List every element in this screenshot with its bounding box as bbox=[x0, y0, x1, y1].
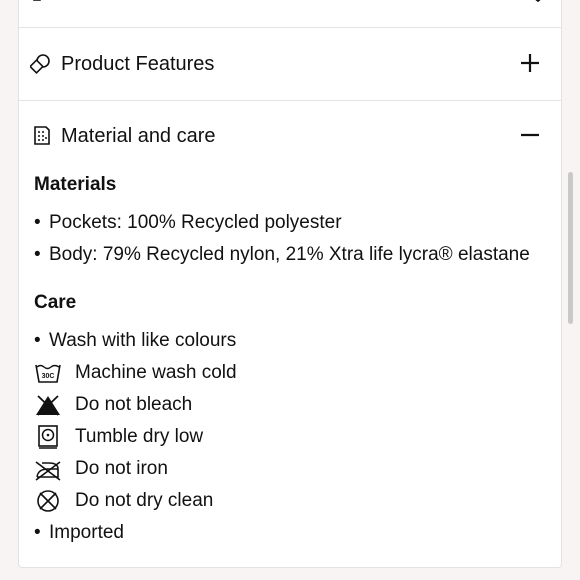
tumble-dry-low-icon bbox=[38, 425, 58, 449]
product-features-label: Product Features bbox=[61, 53, 215, 75]
partial-icon bbox=[33, 0, 41, 1]
care-label-bleach: Do not bleach bbox=[75, 394, 193, 415]
materials-heading: Materials bbox=[34, 174, 117, 195]
product-details-panel: Product Features Material and care Mater… bbox=[18, 0, 562, 568]
plus-icon[interactable] bbox=[519, 52, 541, 74]
accordion-material-care[interactable]: Material and care bbox=[19, 101, 561, 161]
care-label-iron: Do not iron bbox=[75, 458, 168, 479]
fabric-icon bbox=[34, 126, 50, 145]
accordion-product-features[interactable]: Product Features bbox=[19, 28, 561, 100]
care-label-wash: Machine wash cold bbox=[75, 362, 237, 383]
list-item: • Imported bbox=[34, 522, 124, 543]
shapes-icon bbox=[30, 54, 50, 74]
list-item: • Pockets: 100% Recycled polyester bbox=[34, 212, 342, 233]
no-dry-clean-icon bbox=[37, 490, 59, 512]
material-care-label: Material and care bbox=[61, 125, 216, 147]
care-heading: Care bbox=[34, 292, 77, 313]
chevron-icon bbox=[535, 0, 541, 3]
minus-icon[interactable] bbox=[519, 124, 541, 146]
svg-text:30C: 30C bbox=[42, 373, 55, 380]
care-label-dry: Tumble dry low bbox=[75, 426, 204, 447]
collapsed-row-top[interactable] bbox=[19, 0, 561, 27]
care-label-dry-clean: Do not dry clean bbox=[75, 490, 214, 511]
list-item: • Body: 79% Recycled nylon, 21% Xtra life… bbox=[34, 244, 530, 265]
no-iron-icon bbox=[35, 461, 61, 481]
list-item: • Wash with like colours bbox=[34, 330, 237, 351]
scrollbar-thumb[interactable] bbox=[568, 172, 573, 324]
no-bleach-icon bbox=[36, 395, 60, 416]
wash-30c-icon: 30C bbox=[35, 364, 61, 383]
